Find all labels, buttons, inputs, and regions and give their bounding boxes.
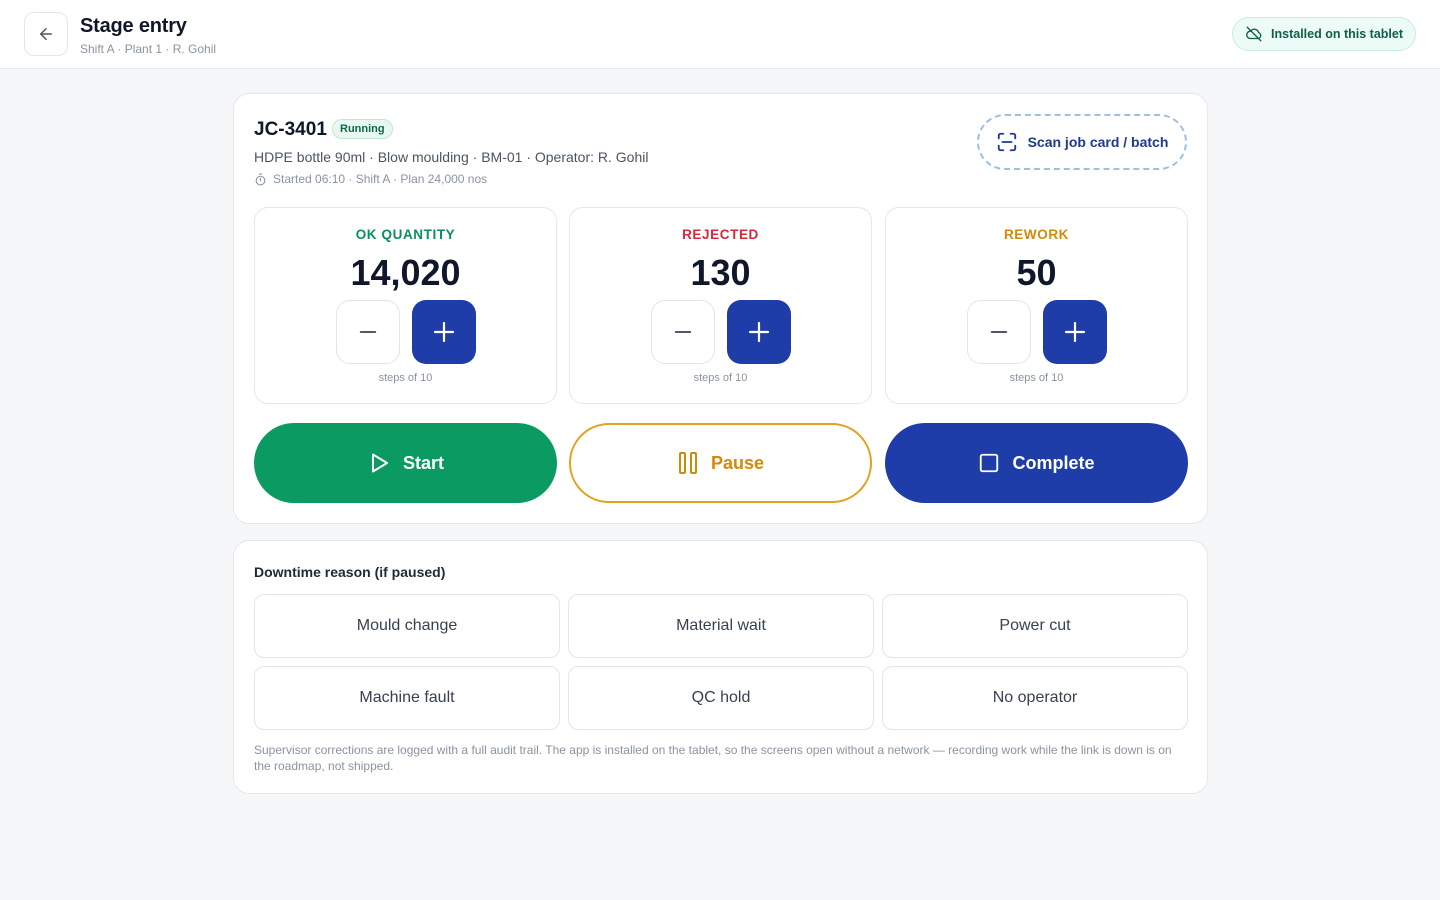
installed-label: Installed on this tablet <box>1271 27 1403 41</box>
reason-no-operator[interactable]: No operator <box>882 666 1188 730</box>
top-header: Stage entry Shift A · Plant 1 · R. Gohil… <box>0 0 1440 69</box>
counter-note: steps of 10 <box>378 372 433 384</box>
back-button[interactable] <box>24 12 68 56</box>
counter-label: OK QUANTITY <box>355 227 456 242</box>
plus-icon <box>748 321 770 343</box>
counter-note: steps of 10 <box>693 372 748 384</box>
increment-button[interactable] <box>412 300 476 364</box>
pause-icon <box>678 452 697 474</box>
job-card: JC-3401 Running HDPE bottle 90ml · Blow … <box>233 93 1208 524</box>
scan-icon <box>997 132 1016 152</box>
counter-value: 14,020 <box>350 252 461 293</box>
decrement-button[interactable] <box>967 300 1031 364</box>
decrement-button[interactable] <box>336 300 400 364</box>
scan-job-card-button[interactable]: Scan job card / batch <box>977 114 1187 170</box>
square-icon <box>980 453 999 473</box>
play-icon <box>371 453 388 473</box>
audit-note: Supervisor corrections are logged with a… <box>254 743 1172 773</box>
pause-button[interactable]: Pause <box>569 423 872 503</box>
counter-rejected: REJECTED 130 steps of 10 <box>569 207 872 404</box>
page-title: Stage entry <box>80 15 187 37</box>
scan-label: Scan job card / batch <box>1027 134 1169 150</box>
reason-mould-change[interactable]: Mould change <box>254 594 560 658</box>
counter-label: REJECTED <box>682 227 759 242</box>
counter-value: 130 <box>690 252 751 293</box>
job-id: JC-3401 <box>254 119 327 140</box>
increment-button[interactable] <box>1043 300 1107 364</box>
counter-ok: OK QUANTITY 14,020 steps of 10 <box>254 207 557 404</box>
job-meta: Started 06:10 · Shift A · Plan 24,000 no… <box>254 172 487 186</box>
complete-label: Complete <box>1012 452 1095 473</box>
installed-badge: Installed on this tablet <box>1232 17 1416 51</box>
reason-material-wait[interactable]: Material wait <box>568 594 874 658</box>
page-subtitle: Shift A · Plant 1 · R. Gohil <box>80 42 217 56</box>
downtime-card: Downtime reason (if paused) Mould change… <box>233 540 1208 794</box>
decrement-button[interactable] <box>651 300 715 364</box>
start-button[interactable]: Start <box>254 423 557 503</box>
start-label: Start <box>402 452 444 473</box>
timer-icon <box>255 173 266 185</box>
arrow-left-icon <box>40 28 52 40</box>
pause-label: Pause <box>710 452 765 473</box>
reason-power-cut[interactable]: Power cut <box>882 594 1188 658</box>
reason-qc-hold[interactable]: QC hold <box>568 666 874 730</box>
complete-button[interactable]: Complete <box>885 423 1188 503</box>
job-description: HDPE bottle 90ml · Blow moulding · BM-01… <box>254 149 649 165</box>
counter-rework: REWORK 50 steps of 10 <box>885 207 1188 404</box>
downtime-title: Downtime reason (if paused) <box>254 564 446 580</box>
plus-icon <box>1064 321 1086 343</box>
counter-value: 50 <box>1016 252 1057 293</box>
minus-icon <box>359 331 377 333</box>
increment-button[interactable] <box>727 300 791 364</box>
counter-label: REWORK <box>1003 227 1070 242</box>
job-meta-text: Started 06:10 · Shift A · Plan 24,000 no… <box>273 172 488 186</box>
cloud-off-icon <box>1246 26 1262 42</box>
plus-icon <box>433 321 455 343</box>
minus-icon <box>990 331 1008 333</box>
reason-machine-fault[interactable]: Machine fault <box>254 666 560 730</box>
counter-note: steps of 10 <box>1009 372 1064 384</box>
status-badge: Running <box>332 119 393 139</box>
minus-icon <box>674 331 692 333</box>
